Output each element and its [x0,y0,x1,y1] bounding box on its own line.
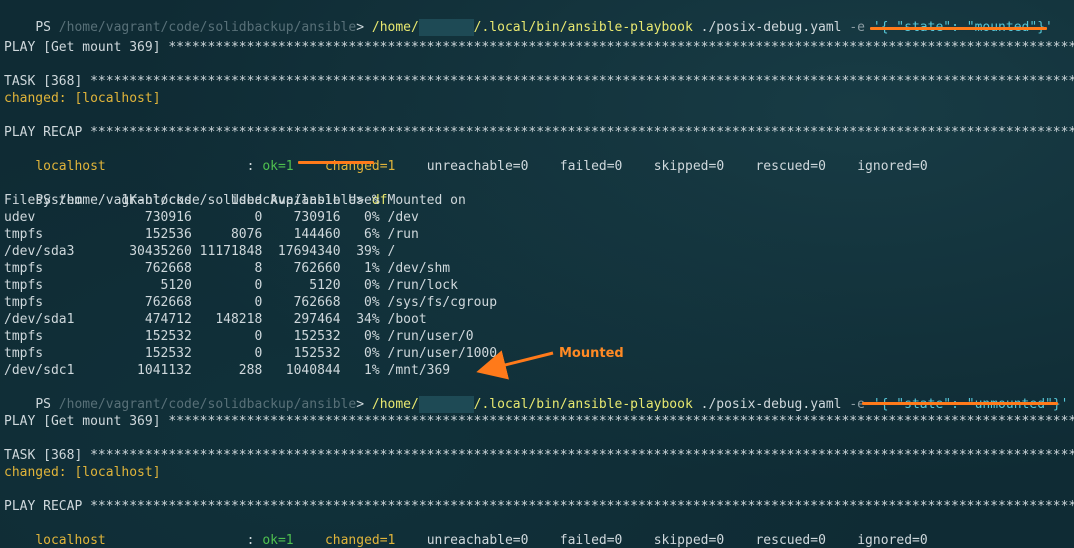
recap-unreachable: unreachable=0 [426,533,529,548]
recap-rescued: rescued=0 [755,533,826,548]
highlight-underline-unmounted-arg [862,402,1058,405]
recap-changed: changed=1 [324,533,396,548]
cmd-path: /.local/bin/ansible-playbook [473,397,693,412]
prompt-suffix: > [356,397,372,412]
recap-header: PLAY RECAP *****************************… [4,499,1074,514]
redacted-username: xxxxxxx [418,396,474,413]
task-result: changed: [localhost] [4,465,161,480]
recap-row: localhost : ok=1 changed=1 unreachable=0… [4,515,927,548]
recap-separator: : [105,533,263,548]
prompt-prefix: PS [35,397,59,412]
recap-failed: failed=0 [559,533,623,548]
annotation-arrow-icon [476,350,554,380]
play-header: PLAY [Get mount 369] *******************… [4,414,1074,429]
cmd-yaml: ./posix-debug.yaml [692,397,842,412]
recap-host: localhost [35,533,106,548]
prompt-cwd: /home/vagrant/code/solidbackup/ansible [58,397,357,412]
recap-skipped: skipped=0 [653,533,725,548]
command-line-unmounted: PS /home/vagrant/code/solidbackup/ansibl… [4,379,1069,413]
recap-ignored: ignored=0 [857,533,928,548]
cmd-home: /home/ [371,397,419,412]
task-header: TASK [368] *****************************… [4,448,1074,463]
terminal-window[interactable]: PS /home/vagrant/code/solidbackup/ansibl… [0,0,1074,548]
recap-ok: ok=1 [262,533,294,548]
